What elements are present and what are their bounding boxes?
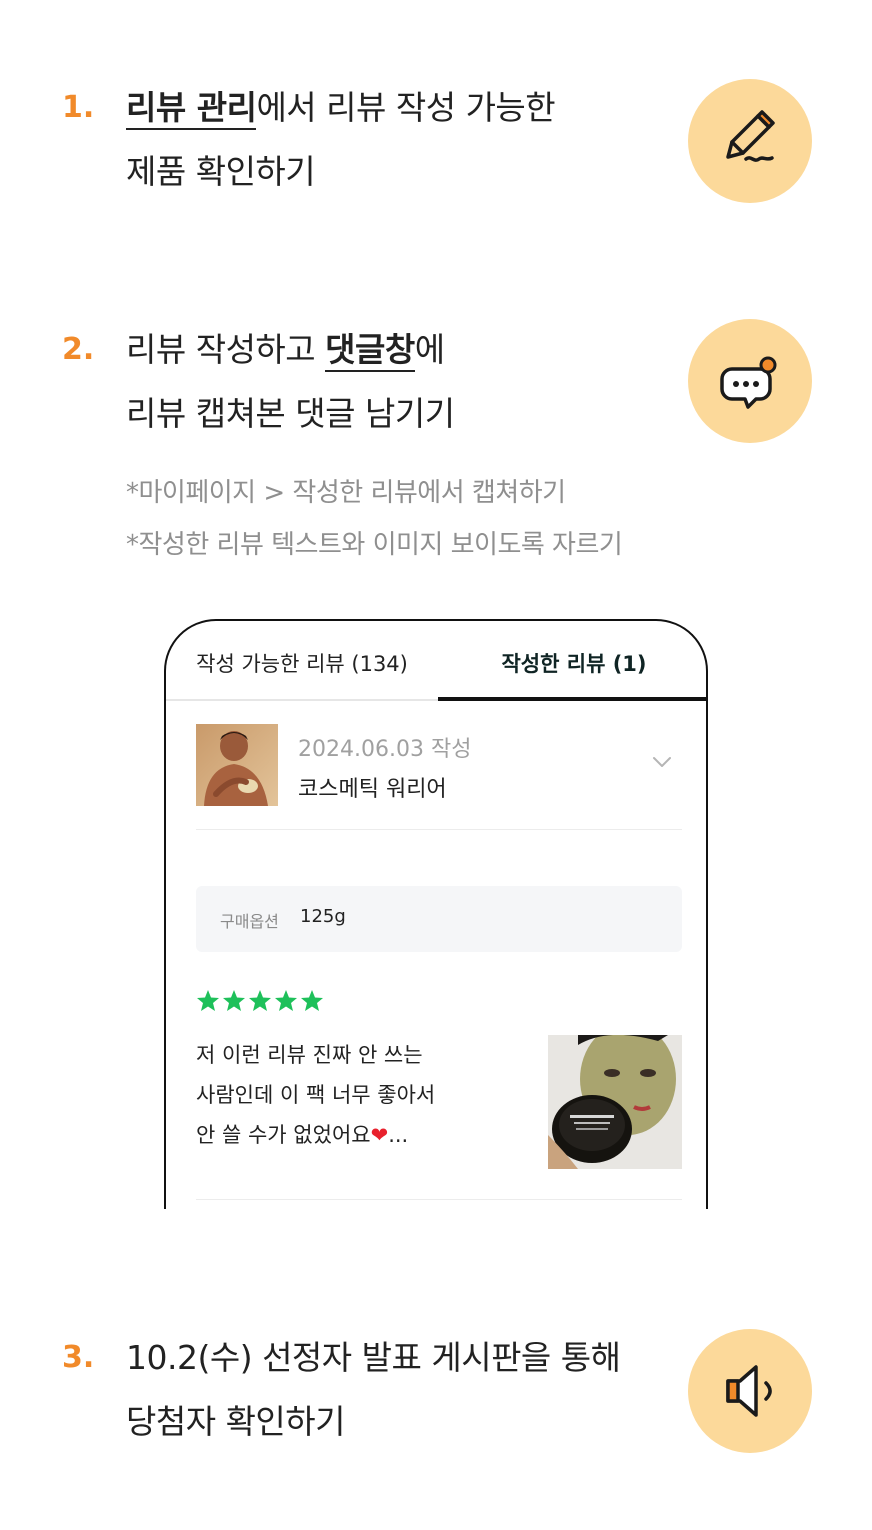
step-text-line1: 리뷰 관리에서 리뷰 작성 가능한 bbox=[126, 76, 556, 140]
review-text[interactable]: 저 이런 리뷰 진짜 안 쓰는 사람인데 이 팩 너무 좋아서 안 쓸 수가 없… bbox=[196, 1035, 516, 1155]
step-text-line2: 리뷰 캡쳐본 댓글 남기기 bbox=[126, 394, 455, 433]
star-icon bbox=[223, 990, 245, 1011]
divider bbox=[196, 1199, 682, 1200]
step-text-line1: 리뷰 작성하고 댓글창에 bbox=[126, 318, 445, 382]
chat-icon-badge bbox=[688, 319, 812, 443]
megaphone-icon-badge bbox=[688, 1329, 812, 1453]
star-icons bbox=[197, 990, 323, 1011]
review-manage-highlight: 리뷰 관리 bbox=[126, 88, 257, 130]
review-date: 2024.06.03 작성 bbox=[298, 737, 472, 762]
star-icon bbox=[275, 990, 297, 1011]
note-2: *작성한 리뷰 텍스트와 이미지 보이도록 자르기 bbox=[126, 530, 623, 560]
purchase-option-value: 125g bbox=[300, 906, 346, 927]
purchase-option-box: 구매옵션 125g bbox=[196, 886, 682, 952]
chat-bubble-icon bbox=[720, 356, 777, 409]
pencil-icon-badge bbox=[688, 79, 812, 203]
product-name[interactable]: 코스메틱 워리어 bbox=[298, 771, 447, 803]
chevron-down-icon[interactable] bbox=[650, 753, 674, 771]
note-1: *마이페이지 > 작성한 리뷰에서 캡쳐하기 bbox=[126, 478, 566, 508]
megaphone-icon bbox=[726, 1365, 772, 1417]
step-3: 3. 10.2(수) 선정자 발표 게시판을 통해 당첨자 확인하기 bbox=[0, 1326, 872, 1456]
comment-window-highlight: 댓글창 bbox=[325, 330, 415, 372]
step-text-line1: 10.2(수) 선정자 발표 게시판을 통해 bbox=[126, 1338, 621, 1377]
step-text-post: 에 bbox=[414, 330, 445, 369]
step-text-line2: 당첨자 확인하기 bbox=[126, 1402, 346, 1441]
step-text-line2: 제품 확인하기 bbox=[126, 152, 316, 191]
review-photo[interactable] bbox=[548, 1035, 682, 1169]
star-icon bbox=[197, 990, 219, 1011]
step-1: 1. 리뷰 관리에서 리뷰 작성 가능한 제품 확인하기 bbox=[0, 76, 872, 206]
star-icon bbox=[249, 990, 271, 1011]
tab-active-indicator bbox=[438, 697, 706, 701]
heart-icon: ❤ bbox=[370, 1123, 389, 1147]
step-text-pre: 리뷰 작성하고 bbox=[126, 330, 326, 369]
purchase-option-label: 구매옵션 bbox=[220, 912, 279, 931]
review-line: 저 이런 리뷰 진짜 안 쓰는 bbox=[196, 1043, 423, 1067]
pencil-icon bbox=[726, 110, 775, 162]
step-2: 2. 리뷰 작성하고 댓글창에 리뷰 캡쳐본 댓글 남기기 bbox=[0, 318, 872, 448]
star-icon bbox=[301, 990, 323, 1011]
star-rating bbox=[196, 989, 324, 1015]
tab-written-reviews[interactable]: 작성한 리뷰 (1) bbox=[438, 621, 706, 701]
divider bbox=[196, 829, 682, 830]
review-line: 사람인데 이 팩 너무 좋아서 bbox=[196, 1083, 436, 1107]
step-number: 2. bbox=[62, 332, 95, 367]
step-number: 3. bbox=[62, 1340, 95, 1375]
review-line: 안 쓸 수가 없었어요❤... bbox=[196, 1123, 409, 1147]
step-text-rest: 에서 리뷰 작성 가능한 bbox=[256, 88, 556, 127]
product-thumbnail[interactable] bbox=[196, 724, 278, 806]
phone-screenshot: 작성 가능한 리뷰 (134) 작성한 리뷰 (1) 2024.06.03 작성… bbox=[164, 619, 708, 1209]
review-ellipsis: ... bbox=[388, 1123, 409, 1147]
tab-writable-reviews[interactable]: 작성 가능한 리뷰 (134) bbox=[166, 621, 438, 701]
step-number: 1. bbox=[62, 90, 95, 125]
